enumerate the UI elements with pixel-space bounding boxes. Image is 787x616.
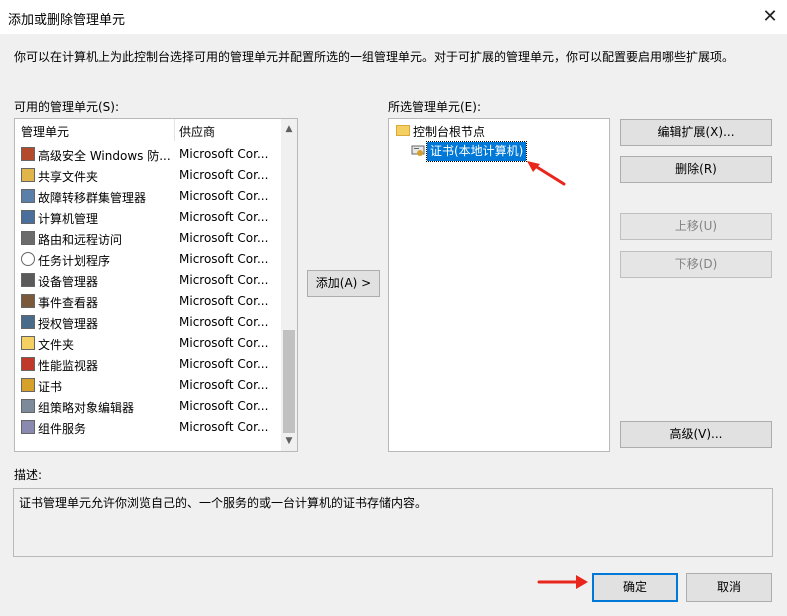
list-item-name: 高级安全 Windows 防... <box>38 149 171 163</box>
list-item-name: 证书 <box>38 380 63 394</box>
list-item[interactable]: 故障转移群集管理器 Microsoft Cor... <box>15 186 280 207</box>
event-viewer-icon <box>21 294 35 308</box>
column-header-vendor[interactable]: 供应商 <box>179 123 215 140</box>
description-box: 证书管理单元允许你浏览自己的、一个服务的或一台计算机的证书存储内容。 <box>13 488 773 557</box>
annotation-arrow <box>537 575 588 589</box>
ok-button[interactable]: 确定 <box>592 573 678 602</box>
list-item[interactable]: 路由和远程访问 Microsoft Cor... <box>15 228 280 249</box>
tree-root[interactable]: 控制台根节点 <box>413 123 485 140</box>
component-services-icon <box>21 420 35 434</box>
authorization-icon <box>21 315 35 329</box>
computer-management-icon <box>21 210 35 224</box>
list-item-vendor: Microsoft Cor... <box>179 189 269 203</box>
add-button[interactable]: 添加(A) > <box>307 270 380 297</box>
list-item-name: 路由和远程访问 <box>38 233 123 247</box>
list-item[interactable]: 授权管理器 Microsoft Cor... <box>15 312 280 333</box>
group-policy-icon <box>21 399 35 413</box>
routing-icon <box>21 231 35 245</box>
list-header: 管理单元 供应商 <box>15 119 280 141</box>
list-item-vendor: Microsoft Cor... <box>179 210 269 224</box>
list-item-vendor: Microsoft Cor... <box>179 378 269 392</box>
list-item-vendor: Microsoft Cor... <box>179 399 269 413</box>
cluster-icon <box>21 189 35 203</box>
certificate-icon <box>21 378 35 392</box>
list-item[interactable]: 设备管理器 Microsoft Cor... <box>15 270 280 291</box>
move-down-button[interactable]: 下移(D) <box>620 251 772 278</box>
close-icon[interactable]: ✕ <box>757 4 783 30</box>
list-item-name: 任务计划程序 <box>38 254 111 268</box>
edit-extensions-button[interactable]: 编辑扩展(X)... <box>620 119 772 146</box>
description-label: 描述: <box>14 468 43 482</box>
list-item[interactable]: 共享文件夹 Microsoft Cor... <box>15 165 280 186</box>
scrollbar[interactable]: ▲ ▼ <box>281 119 297 451</box>
column-header-name[interactable]: 管理单元 <box>21 123 69 140</box>
remove-button[interactable]: 删除(R) <box>620 156 772 183</box>
list-item-name: 文件夹 <box>38 338 75 352</box>
list-item-name: 授权管理器 <box>38 317 99 331</box>
clock-icon <box>21 252 35 266</box>
folder-icon <box>21 336 35 350</box>
intro-text: 你可以在计算机上为此控制台选择可用的管理单元并配置所选的一组管理单元。对于可扩展… <box>14 50 735 64</box>
scroll-thumb[interactable] <box>283 330 295 433</box>
performance-icon <box>21 357 35 371</box>
description-text: 证书管理单元允许你浏览自己的、一个服务的或一台计算机的证书存储内容。 <box>19 496 428 510</box>
list-item[interactable]: 性能监视器 Microsoft Cor... <box>15 354 280 375</box>
list-item-vendor: Microsoft Cor... <box>179 420 269 434</box>
list-item-vendor: Microsoft Cor... <box>179 294 269 308</box>
list-item[interactable]: 组策略对象编辑器 Microsoft Cor... <box>15 396 280 417</box>
selected-tree[interactable]: 控制台根节点 证书(本地计算机) <box>388 118 610 452</box>
folder-icon <box>396 125 410 136</box>
available-label: 可用的管理单元(S): <box>14 100 120 114</box>
move-up-button[interactable]: 上移(U) <box>620 213 772 240</box>
list-item-name: 组件服务 <box>38 422 87 436</box>
available-list[interactable]: 管理单元 供应商 高级安全 Windows 防... Microsoft Cor.… <box>14 118 298 452</box>
column-separator <box>174 119 175 141</box>
list-item-vendor: Microsoft Cor... <box>179 336 269 350</box>
window-title: 添加或删除管理单元 <box>8 13 126 28</box>
advanced-button[interactable]: 高级(V)... <box>620 421 772 448</box>
list-item[interactable]: 文件夹 Microsoft Cor... <box>15 333 280 354</box>
list-item-name: 事件查看器 <box>38 296 99 310</box>
certificate-icon <box>411 144 425 158</box>
list-item[interactable]: 组件服务 Microsoft Cor... <box>15 417 280 438</box>
list-item-name: 计算机管理 <box>38 212 99 226</box>
list-item-name: 设备管理器 <box>38 275 99 289</box>
list-item-vendor: Microsoft Cor... <box>179 357 269 371</box>
device-manager-icon <box>21 273 35 287</box>
list-item-name: 性能监视器 <box>38 359 99 373</box>
list-item-vendor: Microsoft Cor... <box>179 231 269 245</box>
list-item[interactable]: 高级安全 Windows 防... Microsoft Cor... <box>15 144 280 165</box>
scroll-down-icon[interactable]: ▼ <box>281 433 297 449</box>
list-item-vendor: Microsoft Cor... <box>179 273 269 287</box>
firewall-icon <box>21 147 35 161</box>
list-item-vendor: Microsoft Cor... <box>179 147 269 161</box>
list-item[interactable]: 事件查看器 Microsoft Cor... <box>15 291 280 312</box>
list-item-vendor: Microsoft Cor... <box>179 252 269 266</box>
list-item-name: 组策略对象编辑器 <box>38 401 135 415</box>
scroll-up-icon[interactable]: ▲ <box>281 121 297 137</box>
shared-folder-icon <box>21 168 35 182</box>
list-item[interactable]: 任务计划程序 Microsoft Cor... <box>15 249 280 270</box>
list-item-name: 共享文件夹 <box>38 170 99 184</box>
list-item-vendor: Microsoft Cor... <box>179 315 269 329</box>
selected-label: 所选管理单元(E): <box>388 100 481 114</box>
annotation-arrow <box>527 161 566 186</box>
list-item[interactable]: 证书 Microsoft Cor... <box>15 375 280 396</box>
list-item-name: 故障转移群集管理器 <box>38 191 147 205</box>
tree-item-certificates[interactable]: 证书(本地计算机) <box>425 141 528 162</box>
list-item-vendor: Microsoft Cor... <box>179 168 269 182</box>
cancel-button[interactable]: 取消 <box>686 573 772 602</box>
list-item[interactable]: 计算机管理 Microsoft Cor... <box>15 207 280 228</box>
